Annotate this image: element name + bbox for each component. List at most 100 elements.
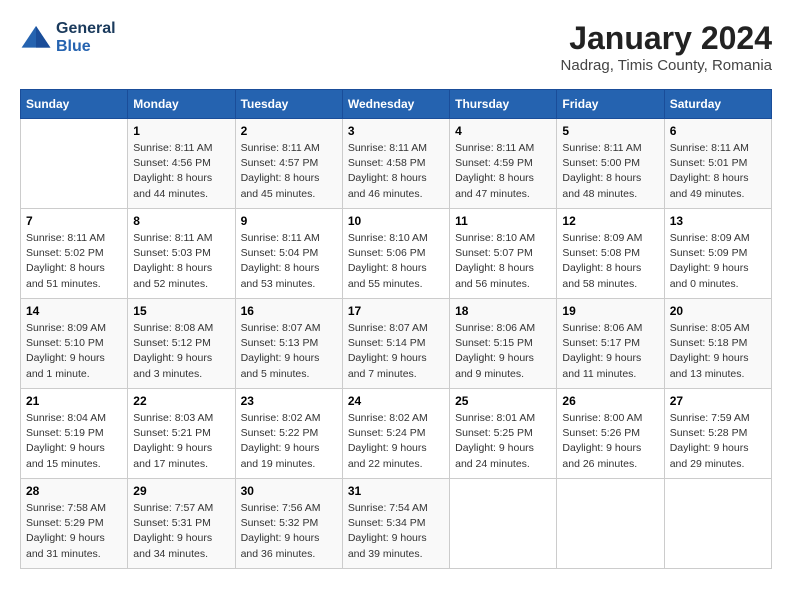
day-number: 23	[241, 394, 337, 408]
calendar-cell: 13Sunrise: 8:09 AMSunset: 5:09 PMDayligh…	[664, 209, 771, 299]
day-number: 15	[133, 304, 229, 318]
calendar-cell: 29 Sunrise: 7:57 AMSunset: 5:31 PMDayligh…	[128, 479, 235, 569]
day-number: 8	[133, 214, 229, 228]
day-info: Sunrise: 8:07 AMSunset: 5:14 PMDaylight:…	[348, 321, 444, 382]
calendar-cell	[557, 479, 664, 569]
day-number: 9	[241, 214, 337, 228]
day-number: 1	[133, 124, 229, 138]
day-number: 20	[670, 304, 766, 318]
calendar-cell: 8 Sunrise: 8:11 AMSunset: 5:03 PMDaylight…	[128, 209, 235, 299]
calendar-cell: 26 Sunrise: 8:00 AMSunset: 5:26 PMDayligh…	[557, 389, 664, 479]
logo: General Blue	[20, 20, 116, 55]
calendar-cell: 3 Sunrise: 8:11 AMSunset: 4:58 PMDaylight…	[342, 119, 449, 209]
day-info: Sunrise: 8:11 AMSunset: 5:04 PMDaylight:…	[241, 231, 337, 292]
weekday-header: Saturday	[664, 90, 771, 119]
day-info: Sunrise: 8:09 AMSunset: 5:08 PMDaylight:…	[562, 231, 658, 292]
day-info: Sunrise: 8:08 AMSunset: 5:12 PMDaylight:…	[133, 321, 229, 382]
day-number: 19	[562, 304, 658, 318]
calendar-cell: 18 Sunrise: 8:06 AMSunset: 5:15 PMDayligh…	[450, 299, 557, 389]
calendar-week-row: 7 Sunrise: 8:11 AMSunset: 5:02 PMDaylight…	[21, 209, 772, 299]
calendar-cell: 7 Sunrise: 8:11 AMSunset: 5:02 PMDaylight…	[21, 209, 128, 299]
calendar-cell: 22 Sunrise: 8:03 AMSunset: 5:21 PMDayligh…	[128, 389, 235, 479]
calendar-cell: 2 Sunrise: 8:11 AMSunset: 4:57 PMDaylight…	[235, 119, 342, 209]
day-info: Sunrise: 8:11 AMSunset: 5:03 PMDaylight:…	[133, 231, 229, 292]
calendar-cell: 12 Sunrise: 8:09 AMSunset: 5:08 PMDayligh…	[557, 209, 664, 299]
day-number: 24	[348, 394, 444, 408]
day-number: 6	[670, 124, 766, 138]
day-number: 29	[133, 484, 229, 498]
page-header: General Blue January 2024 Nadrag, Timis …	[20, 20, 772, 74]
day-info: Sunrise: 8:11 AMSunset: 4:59 PMDaylight:…	[455, 141, 551, 202]
day-info: Sunrise: 8:10 AMSunset: 5:06 PMDaylight:…	[348, 231, 444, 292]
day-number: 16	[241, 304, 337, 318]
day-number: 25	[455, 394, 551, 408]
calendar-cell: 27 Sunrise: 7:59 AMSunset: 5:28 PMDayligh…	[664, 389, 771, 479]
logo-icon	[20, 22, 52, 54]
calendar-cell	[450, 479, 557, 569]
weekday-header: Thursday	[450, 90, 557, 119]
weekday-header: Sunday	[21, 90, 128, 119]
calendar-cell	[664, 479, 771, 569]
calendar-cell: 16 Sunrise: 8:07 AMSunset: 5:13 PMDayligh…	[235, 299, 342, 389]
day-info: Sunrise: 8:06 AMSunset: 5:15 PMDaylight:…	[455, 321, 551, 382]
weekday-header: Tuesday	[235, 90, 342, 119]
day-info: Sunrise: 8:06 AMSunset: 5:17 PMDaylight:…	[562, 321, 658, 382]
day-info: Sunrise: 7:57 AMSunset: 5:31 PMDaylight:…	[133, 501, 229, 562]
weekday-header: Friday	[557, 90, 664, 119]
day-number: 27	[670, 394, 766, 408]
day-number: 18	[455, 304, 551, 318]
calendar-week-row: 14 Sunrise: 8:09 AMSunset: 5:10 PMDayligh…	[21, 299, 772, 389]
location-title: Nadrag, Timis County, Romania	[561, 57, 772, 74]
day-number: 22	[133, 394, 229, 408]
day-info: Sunrise: 8:04 AMSunset: 5:19 PMDaylight:…	[26, 411, 122, 472]
day-number: 3	[348, 124, 444, 138]
day-info: Sunrise: 8:03 AMSunset: 5:21 PMDaylight:…	[133, 411, 229, 472]
calendar-cell: 4 Sunrise: 8:11 AMSunset: 4:59 PMDaylight…	[450, 119, 557, 209]
calendar-cell: 17 Sunrise: 8:07 AMSunset: 5:14 PMDayligh…	[342, 299, 449, 389]
calendar-week-row: 28 Sunrise: 7:58 AMSunset: 5:29 PMDayligh…	[21, 479, 772, 569]
calendar-cell: 21 Sunrise: 8:04 AMSunset: 5:19 PMDayligh…	[21, 389, 128, 479]
day-number: 30	[241, 484, 337, 498]
calendar-cell: 25Sunrise: 8:01 AMSunset: 5:25 PMDayligh…	[450, 389, 557, 479]
month-title: January 2024	[561, 20, 772, 57]
header-row: SundayMondayTuesdayWednesdayThursdayFrid…	[21, 90, 772, 119]
calendar-table: SundayMondayTuesdayWednesdayThursdayFrid…	[20, 89, 772, 569]
day-number: 17	[348, 304, 444, 318]
day-number: 28	[26, 484, 122, 498]
day-number: 26	[562, 394, 658, 408]
calendar-cell: 31Sunrise: 7:54 AMSunset: 5:34 PMDayligh…	[342, 479, 449, 569]
calendar-cell: 11 Sunrise: 8:10 AMSunset: 5:07 PMDayligh…	[450, 209, 557, 299]
day-number: 7	[26, 214, 122, 228]
day-info: Sunrise: 7:59 AMSunset: 5:28 PMDaylight:…	[670, 411, 766, 472]
day-info: Sunrise: 8:00 AMSunset: 5:26 PMDaylight:…	[562, 411, 658, 472]
day-number: 31	[348, 484, 444, 498]
day-info: Sunrise: 7:58 AMSunset: 5:29 PMDaylight:…	[26, 501, 122, 562]
day-info: Sunrise: 8:10 AMSunset: 5:07 PMDaylight:…	[455, 231, 551, 292]
day-info: Sunrise: 8:09 AMSunset: 5:09 PMDaylight:…	[670, 231, 766, 292]
day-number: 4	[455, 124, 551, 138]
day-number: 11	[455, 214, 551, 228]
day-info: Sunrise: 8:11 AMSunset: 4:56 PMDaylight:…	[133, 141, 229, 202]
day-number: 21	[26, 394, 122, 408]
calendar-cell: 24 Sunrise: 8:02 AMSunset: 5:24 PMDayligh…	[342, 389, 449, 479]
day-info: Sunrise: 8:11 AMSunset: 4:58 PMDaylight:…	[348, 141, 444, 202]
day-info: Sunrise: 8:09 AMSunset: 5:10 PMDaylight:…	[26, 321, 122, 382]
calendar-cell: 23 Sunrise: 8:02 AMSunset: 5:22 PMDayligh…	[235, 389, 342, 479]
calendar-cell: 20Sunrise: 8:05 AMSunset: 5:18 PMDayligh…	[664, 299, 771, 389]
day-number: 2	[241, 124, 337, 138]
calendar-week-row: 21 Sunrise: 8:04 AMSunset: 5:19 PMDayligh…	[21, 389, 772, 479]
calendar-cell: 14 Sunrise: 8:09 AMSunset: 5:10 PMDayligh…	[21, 299, 128, 389]
day-info: Sunrise: 8:11 AMSunset: 4:57 PMDaylight:…	[241, 141, 337, 202]
day-info: Sunrise: 8:07 AMSunset: 5:13 PMDaylight:…	[241, 321, 337, 382]
day-number: 14	[26, 304, 122, 318]
day-info: Sunrise: 8:11 AMSunset: 5:01 PMDaylight:…	[670, 141, 766, 202]
day-info: Sunrise: 8:02 AMSunset: 5:22 PMDaylight:…	[241, 411, 337, 472]
calendar-cell: 1 Sunrise: 8:11 AMSunset: 4:56 PMDaylight…	[128, 119, 235, 209]
day-info: Sunrise: 7:56 AMSunset: 5:32 PMDaylight:…	[241, 501, 337, 562]
day-number: 12	[562, 214, 658, 228]
day-info: Sunrise: 8:11 AMSunset: 5:00 PMDaylight:…	[562, 141, 658, 202]
title-block: January 2024 Nadrag, Timis County, Roman…	[561, 20, 772, 74]
day-info: Sunrise: 8:02 AMSunset: 5:24 PMDaylight:…	[348, 411, 444, 472]
calendar-cell: 28 Sunrise: 7:58 AMSunset: 5:29 PMDayligh…	[21, 479, 128, 569]
day-info: Sunrise: 8:11 AMSunset: 5:02 PMDaylight:…	[26, 231, 122, 292]
